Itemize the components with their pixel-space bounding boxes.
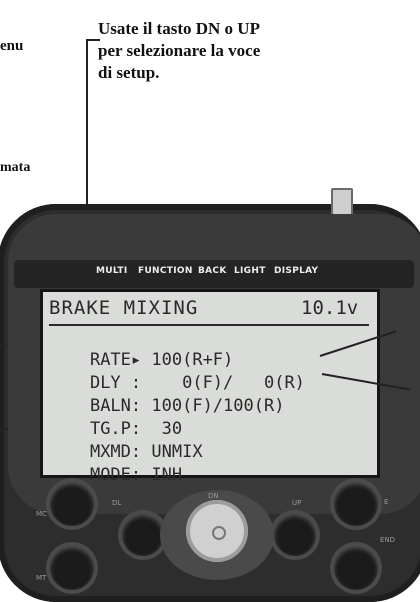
button-mc[interactable] [50,482,94,526]
button-e[interactable] [334,482,378,526]
label-dn: DN [208,492,219,500]
label-up: UP [292,499,302,507]
dpad-center-icon [212,526,226,540]
label-mt: MT [36,574,47,582]
label-dl: DL [112,499,122,507]
lcd-voltage: 10.1v [301,297,359,319]
callout-text: Usate il tasto DN o UP per selezionare l… [98,18,418,84]
label-mc: MC [36,510,47,518]
label-end: END [380,536,396,544]
left-arrow-tip-2 [0,428,8,430]
function-label-strip: MULTI FUNCTION BACK LIGHT DISPLAY [14,260,414,288]
button-end[interactable] [334,546,378,590]
label-multi: MULTI [96,266,128,276]
label-e: E [384,498,389,506]
left-annotation-fragment-2: mata [0,160,31,175]
button-dn[interactable] [122,514,164,556]
label-light: LIGHT [234,266,266,276]
label-display: DISPLAY [274,266,319,276]
callout-line-1: Usate il tasto DN o UP [98,19,260,38]
lcd-row-label: MODE [89,465,131,485]
button-up[interactable] [274,514,316,556]
button-mt[interactable] [50,546,94,590]
callout-line-3: di setup. [98,63,160,82]
label-back: BACK [198,266,227,276]
lcd-row-sep: : [130,465,142,485]
lcd-screen: BRAKE MIXING 10.1v RATE▸ 100(R+F) DLY : … [40,289,380,485]
left-arrow-tip-1 [0,345,6,347]
leader-line-top [86,39,100,41]
label-function: FUNCTION [138,266,193,276]
lcd-row-value: INH [141,465,183,485]
lcd-title: BRAKE MIXING [49,297,199,319]
lcd-divider [49,324,369,326]
left-annotation-fragment-1: enu [0,38,24,54]
callout-line-2: per selezionare la voce [98,41,261,60]
